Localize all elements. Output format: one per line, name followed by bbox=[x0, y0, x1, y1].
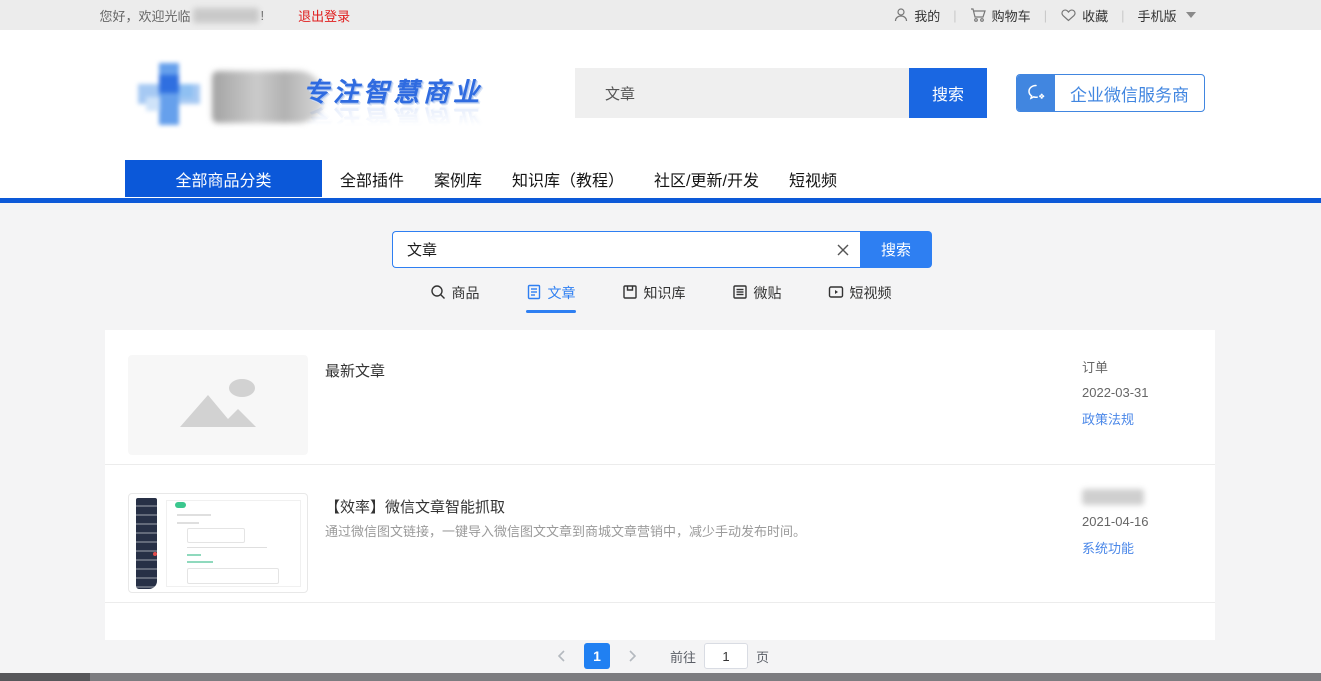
clear-search-icon[interactable] bbox=[826, 243, 860, 257]
main-nav: 全部商品分类 全部插件 案例库 知识库（教程） 社区/更新/开发 短视频 bbox=[105, 160, 1215, 197]
mobile-version-menu[interactable]: 手机版 bbox=[1137, 6, 1195, 25]
favorites-link[interactable]: 收藏 bbox=[1060, 6, 1108, 25]
article-meta: 订单 2022-03-31 政策法规 bbox=[1082, 357, 1149, 428]
result-row[interactable]: 最新文章 订单 2022-03-31 政策法规 bbox=[105, 330, 1215, 465]
tab-memo[interactable]: 微贴 bbox=[732, 283, 782, 313]
header-search-input[interactable] bbox=[575, 68, 909, 118]
brand-slogan: 专注智慧商业 专注智慧商业 bbox=[303, 72, 483, 139]
knowledge-icon bbox=[622, 284, 638, 303]
next-page-icon[interactable] bbox=[622, 643, 642, 669]
current-page-button[interactable]: 1 bbox=[584, 643, 610, 669]
search-icon bbox=[430, 284, 446, 303]
nav-item-short-video[interactable]: 短视频 bbox=[789, 167, 837, 191]
result-search-input[interactable] bbox=[393, 241, 826, 258]
result-search-bar: 搜索 bbox=[392, 231, 932, 268]
slogan-reflection: 专注智慧商业 bbox=[303, 102, 483, 139]
footer-strip-dark-segment bbox=[0, 673, 90, 681]
chevron-down-icon bbox=[1186, 12, 1196, 18]
tab-articles[interactable]: 文章 bbox=[526, 283, 576, 313]
article-thumbnail-placeholder[interactable] bbox=[128, 355, 308, 455]
logo-mark-blurred bbox=[138, 63, 200, 125]
thumbnail-badge-graphic bbox=[153, 552, 157, 556]
article-meta: 2021-04-16 系统功能 bbox=[1082, 489, 1149, 557]
greeting-suffix: ! bbox=[261, 8, 265, 23]
wecom-button-label: 企业微信服务商 bbox=[1055, 81, 1204, 106]
footer-strip bbox=[0, 673, 1321, 681]
result-row[interactable]: 【效率】微信文章智能抓取 通过微信图文链接，一键导入微信图文文章到商城文章营销中… bbox=[105, 465, 1215, 603]
cart-link[interactable]: 购物车 bbox=[970, 6, 1031, 25]
nav-item-all-plugins[interactable]: 全部插件 bbox=[340, 167, 404, 191]
nav-item-knowledge-base[interactable]: 知识库（教程） bbox=[512, 167, 624, 191]
page-unit-label: 页 bbox=[756, 647, 769, 666]
article-source: 订单 bbox=[1082, 357, 1149, 376]
header: 专注智慧商业 专注智慧商业 搜索 企业微信服务商 bbox=[105, 30, 1215, 160]
greeting-text: 您好，欢迎光临 bbox=[100, 6, 191, 25]
topbar: 您好，欢迎光临 ! 退出登录 我的 | 购物 bbox=[0, 0, 1321, 30]
content-area: 搜索 商品 文章 知 bbox=[0, 203, 1321, 673]
article-date: 2022-03-31 bbox=[1082, 385, 1149, 400]
prev-page-icon[interactable] bbox=[552, 643, 572, 669]
site-logo[interactable] bbox=[138, 63, 324, 125]
nav-item-all-categories[interactable]: 全部商品分类 bbox=[125, 160, 322, 197]
result-tabs: 商品 文章 知识库 bbox=[0, 283, 1321, 313]
article-icon bbox=[526, 284, 542, 303]
nav-item-case-library[interactable]: 案例库 bbox=[434, 167, 482, 191]
result-search-button[interactable]: 搜索 bbox=[860, 231, 932, 268]
image-placeholder-icon bbox=[172, 375, 264, 436]
goto-label: 前往 bbox=[670, 647, 696, 666]
tab-knowledge[interactable]: 知识库 bbox=[622, 283, 686, 313]
article-title[interactable]: 【效率】微信文章智能抓取 bbox=[325, 496, 505, 517]
pagination: 1 前往 页 bbox=[0, 643, 1321, 669]
blurred-brand bbox=[1082, 489, 1144, 505]
logout-link[interactable]: 退出登录 bbox=[298, 6, 350, 25]
tab-short-video[interactable]: 短视频 bbox=[828, 283, 892, 313]
header-search: 搜索 bbox=[575, 68, 987, 118]
article-date: 2021-04-16 bbox=[1082, 514, 1149, 529]
divider: | bbox=[953, 8, 956, 23]
nav-item-community[interactable]: 社区/更新/开发 bbox=[654, 167, 759, 191]
heart-icon bbox=[1060, 7, 1077, 23]
article-thumbnail-screenshot[interactable] bbox=[128, 493, 308, 593]
divider: | bbox=[1121, 8, 1124, 23]
results-panel: 最新文章 订单 2022-03-31 政策法规 【效率 bbox=[105, 330, 1215, 640]
my-account-link[interactable]: 我的 bbox=[893, 6, 940, 25]
wecom-service-button[interactable]: 企业微信服务商 bbox=[1016, 74, 1205, 112]
article-category-link[interactable]: 系统功能 bbox=[1082, 538, 1149, 557]
video-icon bbox=[828, 284, 844, 303]
goto-page-input[interactable] bbox=[704, 643, 748, 669]
memo-icon bbox=[732, 284, 748, 303]
user-icon bbox=[893, 7, 909, 23]
cart-icon bbox=[970, 7, 987, 23]
tab-goods[interactable]: 商品 bbox=[430, 283, 480, 313]
article-title[interactable]: 最新文章 bbox=[325, 360, 385, 381]
divider: | bbox=[1044, 8, 1047, 23]
blurred-username bbox=[193, 8, 259, 23]
article-category-link[interactable]: 政策法规 bbox=[1082, 409, 1149, 428]
wecom-icon bbox=[1017, 74, 1055, 112]
header-search-button[interactable]: 搜索 bbox=[909, 68, 987, 118]
thumbnail-sidebar-graphic bbox=[136, 498, 157, 589]
article-description: 通过微信图文链接，一键导入微信图文文章到商城文章营销中，减少手动发布时间。 bbox=[325, 521, 806, 540]
